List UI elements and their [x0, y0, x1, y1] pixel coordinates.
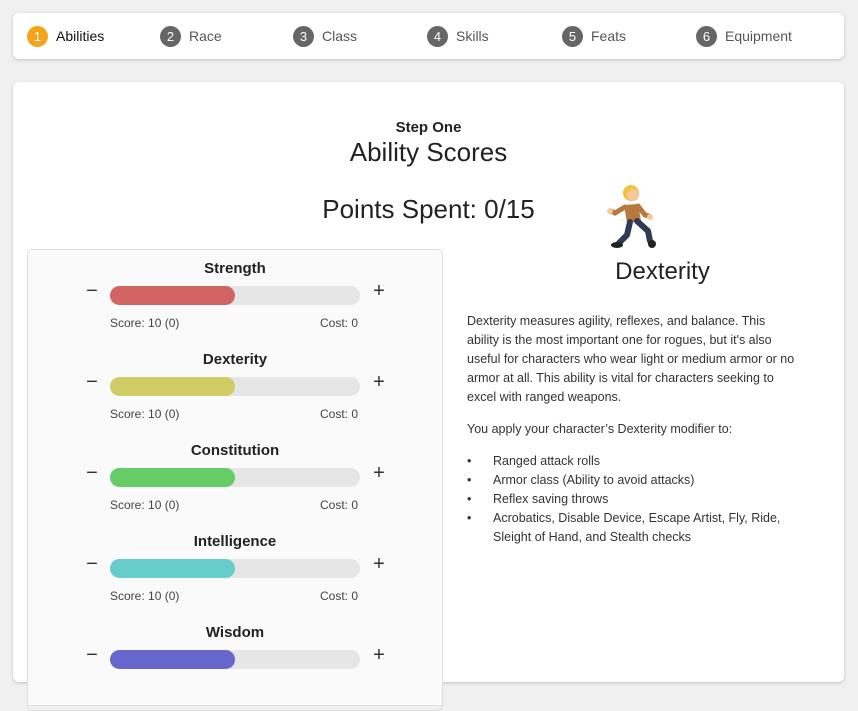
- ability-list: Strength − + Score: 10 (0) Cost: 0 Dexte…: [27, 249, 443, 711]
- ability-strength[interactable]: Strength − + Score: 10 (0) Cost: 0: [28, 250, 442, 342]
- score-text: Score: 10 (0): [110, 407, 180, 421]
- score-text: Score: 10 (0): [110, 316, 180, 330]
- slider-fill: [110, 559, 235, 578]
- list-item: Armor class (Ability to avoid attacks): [467, 471, 799, 490]
- list-item: Ranged attack rolls: [467, 452, 799, 471]
- decrease-button[interactable]: −: [81, 462, 103, 484]
- step-label: Feats: [591, 28, 627, 44]
- detail-description: Dexterity measures agility, reflexes, an…: [467, 312, 799, 547]
- ability-constitution[interactable]: Constitution − + Score: 10 (0) Cost: 0: [28, 432, 442, 524]
- slider-fill: [110, 650, 235, 669]
- step-label: Equipment: [725, 28, 792, 44]
- ability-slider[interactable]: [110, 468, 360, 487]
- detail-title: Dexterity: [615, 258, 710, 285]
- step-subtitle: Step One: [395, 119, 462, 136]
- ability-name: Dexterity: [202, 351, 268, 368]
- ability-name: Wisdom: [205, 624, 265, 641]
- increase-button[interactable]: +: [368, 371, 390, 393]
- step-label: Race: [189, 28, 222, 44]
- step-class[interactable]: 3 Class: [293, 25, 357, 47]
- list-item: Acrobatics, Disable Device, Escape Artis…: [467, 509, 799, 547]
- cost-text: Cost: 0: [320, 407, 359, 421]
- score-text: Score: 10 (0): [110, 589, 180, 603]
- step-race[interactable]: 2 Race: [160, 25, 222, 47]
- step-skills[interactable]: 4 Skills: [427, 25, 489, 47]
- slider-fill: [110, 286, 235, 305]
- increase-button[interactable]: +: [368, 462, 390, 484]
- person-running-icon: [607, 185, 656, 248]
- step-equipment[interactable]: 6 Equipment: [696, 25, 792, 47]
- list-item: Reflex saving throws: [467, 490, 799, 509]
- step-navigation: 1 Abilities 2 Race 3 Class 4 Skills 5 Fe…: [13, 13, 844, 59]
- step-number: 4: [427, 25, 448, 47]
- step-number: 2: [160, 25, 181, 47]
- decrease-button[interactable]: −: [81, 553, 103, 575]
- page-title: Ability Scores: [349, 137, 508, 167]
- step-number: 6: [696, 25, 717, 47]
- increase-button[interactable]: +: [368, 553, 390, 575]
- step-label: Abilities: [56, 28, 105, 44]
- cost-text: Cost: 0: [320, 316, 359, 330]
- slider-fill: [110, 468, 235, 487]
- cost-text: Cost: 0: [320, 498, 359, 512]
- increase-button[interactable]: +: [368, 644, 390, 666]
- ability-dexterity[interactable]: Dexterity − + Score: 10 (0) Cost: 0: [28, 341, 442, 433]
- step-number: 5: [562, 25, 583, 47]
- step-number: 3: [293, 25, 314, 47]
- step-feats[interactable]: 5 Feats: [562, 25, 626, 47]
- ability-slider[interactable]: [110, 286, 360, 305]
- ability-name: Intelligence: [193, 533, 277, 550]
- step-abilities[interactable]: 1 Abilities: [27, 25, 104, 47]
- ability-name: Strength: [204, 260, 266, 277]
- ability-intelligence[interactable]: Intelligence − + Score: 10 (0) Cost: 0: [28, 523, 442, 615]
- step-number: 1: [27, 25, 48, 47]
- decrease-button[interactable]: −: [81, 371, 103, 393]
- score-text: Score: 10 (0): [110, 498, 180, 512]
- cost-text: Cost: 0: [320, 589, 359, 603]
- points-spent: Points Spent: 0/15: [322, 194, 535, 224]
- ability-name: Constitution: [190, 442, 280, 459]
- increase-button[interactable]: +: [368, 280, 390, 302]
- step-label: Skills: [456, 28, 489, 44]
- decrease-button[interactable]: −: [81, 644, 103, 666]
- apply-text: You apply your character’s Dexterity mod…: [467, 422, 733, 436]
- ability-slider[interactable]: [110, 377, 360, 396]
- ability-slider[interactable]: [110, 650, 360, 669]
- applies-list: Ranged attack rolls Armor class (Ability…: [467, 452, 799, 547]
- decrease-button[interactable]: −: [81, 280, 103, 302]
- step-label: Class: [322, 28, 358, 44]
- ability-slider[interactable]: [110, 559, 360, 578]
- slider-fill: [110, 377, 235, 396]
- description-text: Dexterity measures agility, reflexes, an…: [467, 314, 795, 404]
- ability-wisdom[interactable]: Wisdom − +: [28, 614, 442, 706]
